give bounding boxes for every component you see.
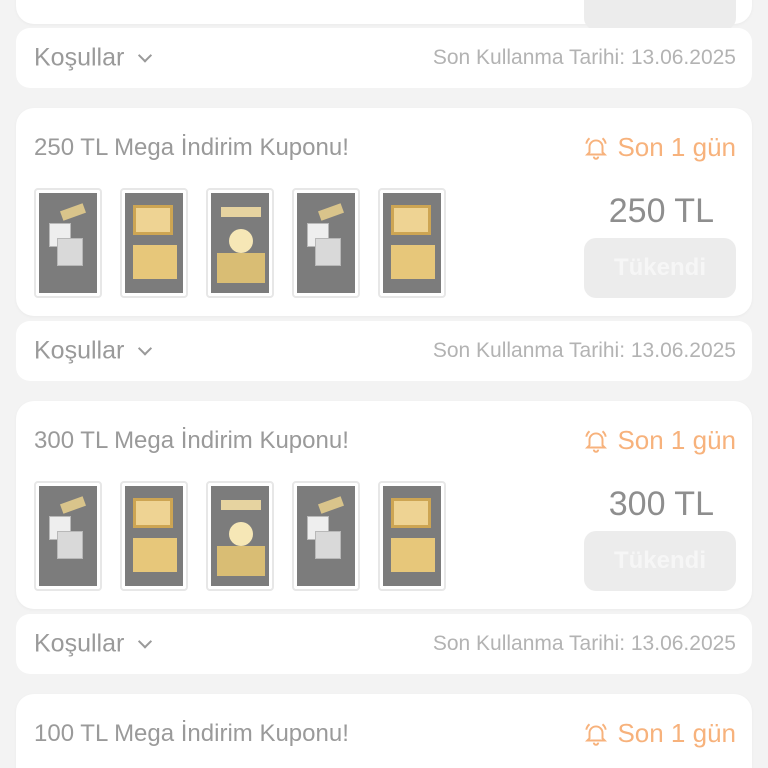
gift-box-image[interactable]	[34, 188, 102, 298]
sold-out-button[interactable]: Tükendi	[584, 238, 736, 298]
conditions-label: Koşullar	[34, 336, 125, 365]
conditions-bar: Koşullar Son Kullanma Tarihi: 13.06.2025	[16, 28, 752, 88]
coupon-price: 250 TL	[608, 192, 714, 230]
bell-icon	[585, 723, 608, 746]
gift-box-image[interactable]	[378, 188, 446, 298]
bell-icon	[585, 137, 608, 160]
conditions-label: Koşullar	[34, 43, 125, 72]
conditions-bar: Koşullar Son Kullanma Tarihi: 13.06.2025	[16, 614, 752, 674]
gift-box-image[interactable]	[206, 481, 274, 591]
gift-box-image[interactable]	[120, 188, 188, 298]
gift-box-image[interactable]	[120, 481, 188, 591]
gift-box-image[interactable]	[206, 188, 274, 298]
conditions-toggle[interactable]: Koşullar	[34, 336, 153, 366]
expiry-date: Son Kullanma Tarihi: 13.06.2025	[432, 339, 736, 362]
gift-box-image[interactable]	[34, 481, 102, 591]
chevron-down-icon	[138, 340, 153, 356]
last-day-text: Son 1 gün	[617, 425, 736, 455]
conditions-toggle[interactable]: Koşullar	[34, 43, 153, 73]
product-thumbnails	[34, 188, 464, 298]
conditions-toggle[interactable]: Koşullar	[34, 629, 153, 659]
coupon-price: 300 TL	[608, 485, 714, 523]
gift-box-image[interactable]	[292, 481, 360, 591]
gift-box-image[interactable]	[292, 188, 360, 298]
coupon-card: 250 TL Mega İndirim Kuponu! Son 1 gün 25…	[16, 108, 752, 316]
last-day-text: Son 1 gün	[617, 132, 736, 162]
last-day-badge: Son 1 gün	[583, 425, 736, 456]
coupon-title: 100 TL Mega İndirim Kuponu!	[34, 720, 349, 747]
chevron-down-icon	[138, 47, 153, 63]
coupon-card: 100 TL Mega İndirim Kuponu! Son 1 gün	[16, 694, 752, 768]
last-day-badge: Son 1 gün	[583, 132, 736, 163]
gift-box-image[interactable]	[378, 481, 446, 591]
coupon-action-button-partial[interactable]	[584, 0, 736, 30]
last-day-text: Son 1 gün	[617, 718, 736, 748]
conditions-bar: Koşullar Son Kullanma Tarihi: 13.06.2025	[16, 321, 752, 381]
chevron-down-icon	[138, 633, 153, 649]
last-day-badge: Son 1 gün	[583, 718, 736, 749]
expiry-date: Son Kullanma Tarihi: 13.06.2025	[432, 632, 736, 655]
sold-out-button[interactable]: Tükendi	[584, 531, 736, 591]
product-thumbnails	[34, 481, 464, 591]
expiry-date: Son Kullanma Tarihi: 13.06.2025	[432, 46, 736, 69]
conditions-label: Koşullar	[34, 629, 125, 658]
coupon-title: 300 TL Mega İndirim Kuponu!	[34, 427, 349, 454]
coupon-title: 250 TL Mega İndirim Kuponu!	[34, 134, 349, 161]
bell-icon	[585, 430, 608, 453]
coupon-card: 300 TL Mega İndirim Kuponu! Son 1 gün 30…	[16, 401, 752, 609]
coupon-card-partial	[16, 0, 752, 30]
